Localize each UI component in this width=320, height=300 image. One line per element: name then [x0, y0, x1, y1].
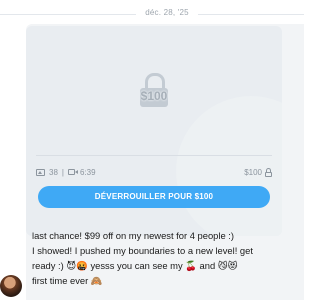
image-icon [36, 168, 45, 176]
video-icon [67, 169, 78, 175]
divider-right [198, 14, 304, 15]
text-line: I showed! I pushed my boundaries to a ne… [32, 245, 253, 256]
avatar[interactable] [0, 275, 22, 297]
lock-small-icon [265, 167, 272, 177]
locked-media-card[interactable]: $100 38 | 6:39 $100 DÉVERROUILLER POUR $… [26, 26, 282, 236]
text-line: first time ever 🙈 [32, 275, 103, 286]
message-bubble: $100 38 | 6:39 $100 DÉVERROUILLER POUR $… [26, 24, 304, 300]
media-footer: 38 | 6:39 $100 DÉVERROUILLER POUR $100 [36, 155, 272, 236]
price-label: $100 [244, 167, 262, 177]
message-text: last chance! $99 off on my newest for 4 … [32, 228, 302, 288]
divider-left [0, 14, 136, 15]
price-tag: $100 [244, 166, 272, 178]
locked-price: $100 [140, 89, 168, 103]
unlock-button[interactable]: DÉVERROUILLER POUR $100 [38, 186, 270, 208]
photo-count: 38 [49, 167, 58, 177]
date-label: déc. 28, '25 [145, 8, 189, 17]
stat-separator: | [61, 167, 64, 177]
text-line: last chance! $99 off on my newest for 4 … [32, 230, 235, 241]
media-stats: 38 | 6:39 [36, 166, 96, 178]
video-duration: 6:39 [79, 167, 96, 177]
date-separator: déc. 28, '25 [0, 0, 304, 26]
text-line: ready :) 😈🤬 yesss you can see my 🍒 and 😼… [32, 260, 238, 271]
